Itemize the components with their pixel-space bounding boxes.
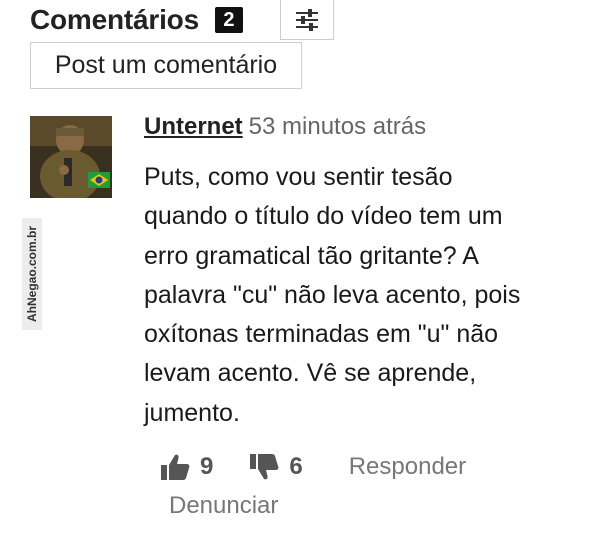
avatar-image <box>30 116 112 198</box>
dislike-button[interactable]: 6 <box>249 453 303 481</box>
comment-timestamp: 53 minutos atrás <box>248 113 427 140</box>
comment-line: Puts, como vou sentir tesão <box>144 163 453 191</box>
comment-actions: 9 6 Responder <box>160 449 466 485</box>
site-watermark: AhNegao.com.br <box>22 218 42 330</box>
thumbs-up-icon <box>161 454 190 480</box>
filter-button[interactable] <box>280 0 334 40</box>
comment-line: erro gramatical tão gritante? A <box>144 241 479 270</box>
comment-line: quando o título do vídeo tem um <box>144 202 503 231</box>
sliders-icon <box>296 8 318 31</box>
brazil-flag-icon <box>88 172 110 188</box>
comment-count-badge: 2 <box>214 7 243 33</box>
report-button[interactable]: Denunciar <box>169 492 278 520</box>
comment-text: Puts, como vou sentir tesão quando o tít… <box>144 158 544 433</box>
comments-header: Comentários 2 <box>30 0 243 40</box>
reply-button[interactable]: Responder <box>349 453 466 481</box>
comment-line: oxítonas terminadas em "u" não <box>144 320 499 349</box>
post-comment-button[interactable]: Post um comentário <box>30 42 302 89</box>
avatar[interactable] <box>30 116 112 198</box>
like-count: 9 <box>200 453 214 480</box>
like-button[interactable]: 9 <box>160 453 213 481</box>
dislike-count: 6 <box>289 453 303 480</box>
comment-line: levam acento. Vê se aprende, <box>144 359 477 388</box>
thumbs-down-icon <box>250 454 279 480</box>
watermark-text: AhNegao.com.br <box>25 225 40 323</box>
comments-title: Comentários <box>30 4 199 35</box>
comment-line: palavra "cu" não leva acento, pois <box>144 280 521 309</box>
author-link[interactable]: Unternet <box>144 113 243 140</box>
comment-line: jumento. <box>144 398 240 427</box>
comment-meta: Unternet 53 minutos atrás <box>144 113 426 141</box>
